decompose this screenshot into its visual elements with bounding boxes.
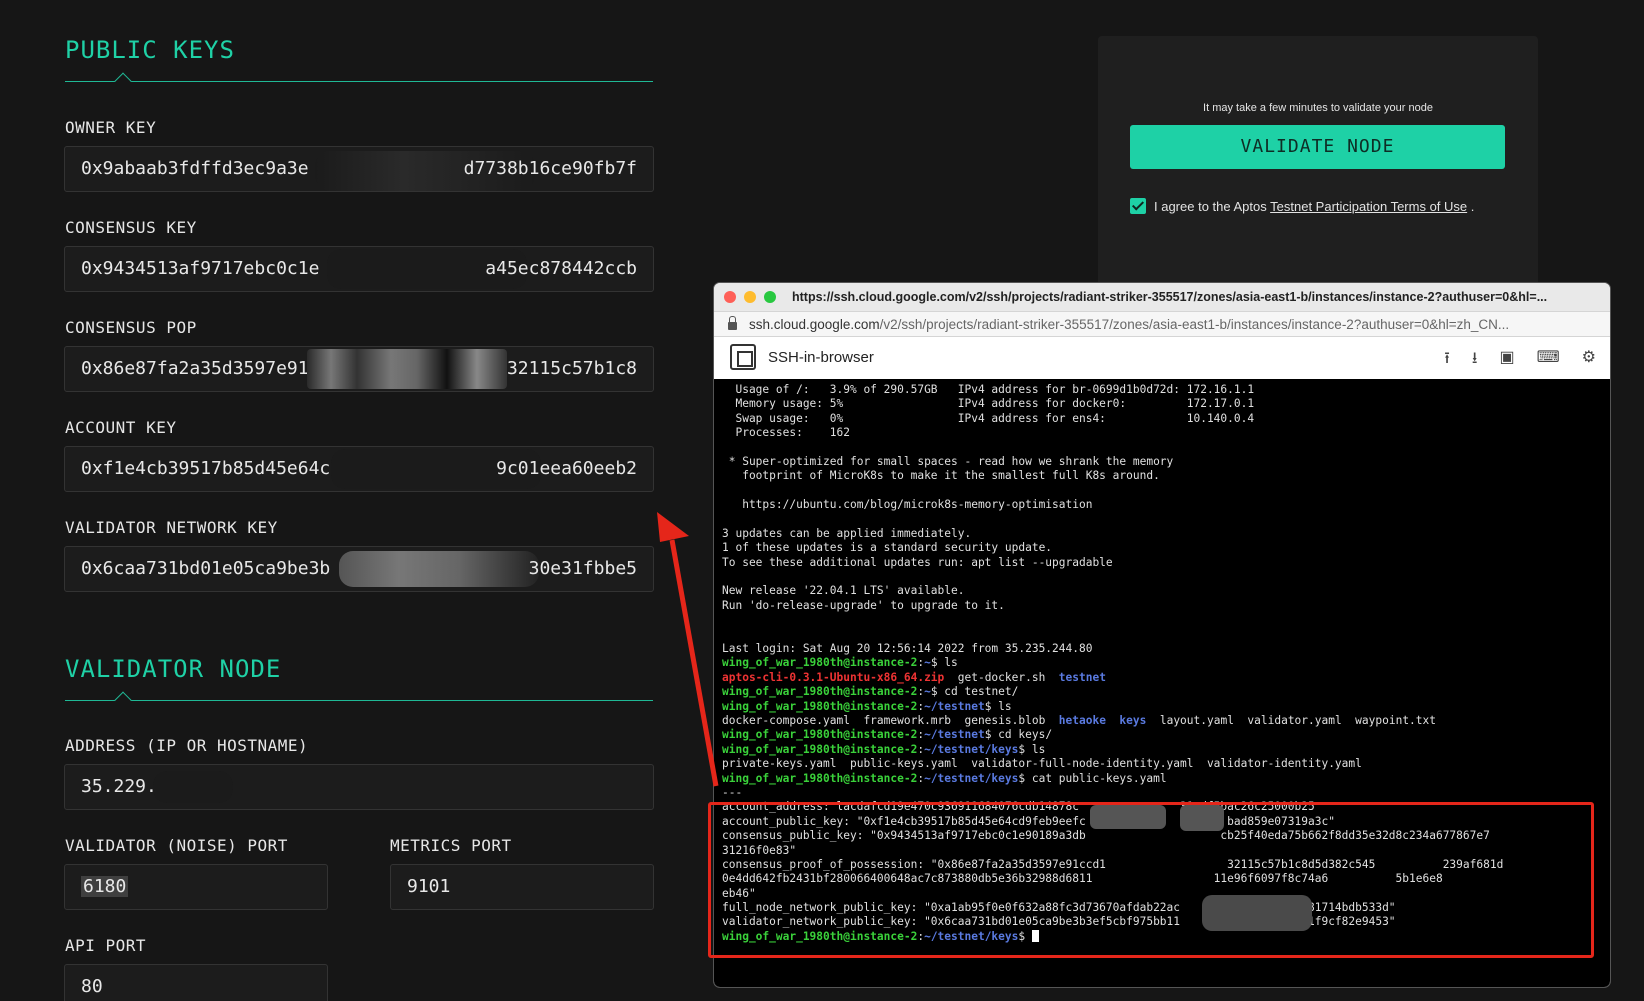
annotation-arrow	[657, 512, 719, 787]
